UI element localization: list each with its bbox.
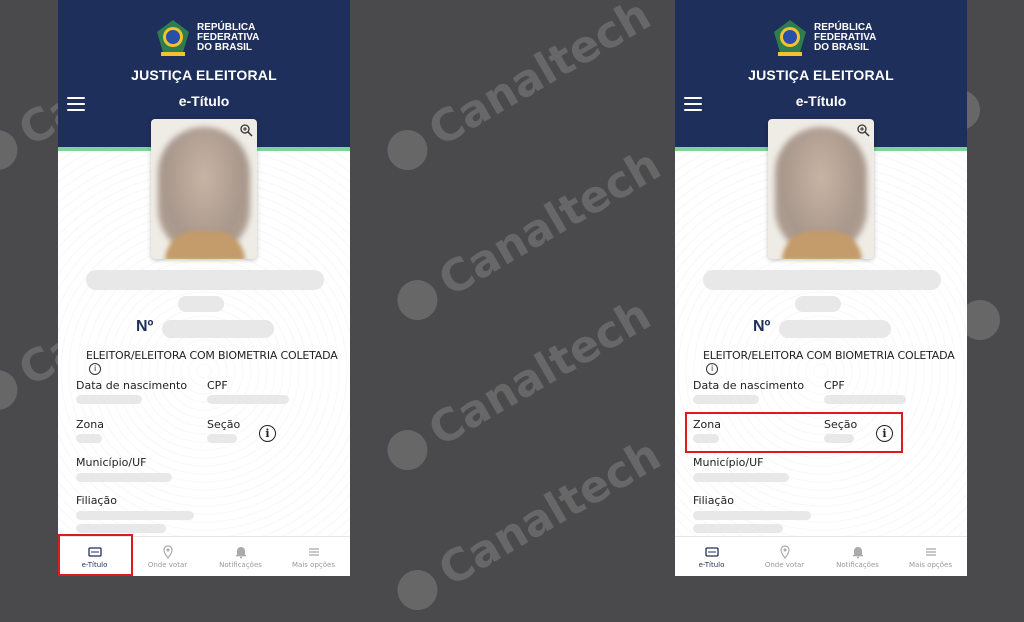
phone-screen-left: REPÚBLICA FEDERATIVA DO BRASIL JUSTIÇA E… (58, 0, 350, 576)
app-subtitle: e-Título (178, 93, 230, 109)
cpf-label: CPF (824, 379, 845, 392)
redacted-detail (178, 296, 224, 312)
redacted-filiacao-2 (76, 524, 166, 533)
birthdate-label: Data de nascimento (693, 379, 805, 392)
redacted-filiacao-2 (693, 524, 783, 533)
card-icon (704, 547, 719, 557)
title-number-label: Nº (136, 318, 154, 335)
nav-notificacoes[interactable]: Notificações (821, 537, 894, 576)
zoom-icon[interactable] (856, 123, 870, 137)
brazil-emblem-icon (774, 20, 806, 56)
highlight-box-e-titulo (58, 534, 133, 576)
hamburger-menu-icon[interactable] (67, 97, 85, 111)
zona-label: Zona (76, 418, 104, 431)
phone-screen-right: REPÚBLICA FEDERATIVA DO BRASIL JUSTIÇA E… (675, 0, 967, 576)
nav-e-titulo[interactable]: e-Título (675, 537, 748, 576)
redacted-detail (795, 296, 841, 312)
bell-icon (235, 547, 246, 559)
municipio-label: Município/UF (76, 456, 147, 469)
nav-onde-votar[interactable]: Onde votar (131, 537, 204, 576)
nav-notificacoes[interactable]: Notificações (204, 537, 277, 576)
app-title: JUSTIÇA ELEITORAL (748, 67, 894, 83)
bell-icon (852, 547, 863, 559)
republic-label: REPÚBLICA FEDERATIVA DO BRASIL (197, 22, 260, 53)
watermark: Canaltech (387, 429, 669, 621)
title-number-label: Nº (753, 318, 771, 335)
biometria-status: ELEITOR/ELEITORA COM BIOMETRIA COLETADAi (703, 349, 955, 375)
bottom-nav: e-Título Onde votar Notificações Mais op… (675, 536, 967, 576)
redacted-name (86, 270, 324, 290)
filiacao-label: Filiação (76, 494, 117, 507)
nav-mais-opcoes[interactable]: Mais opções (894, 537, 967, 576)
filiacao-label: Filiação (693, 494, 734, 507)
redacted-cpf (207, 395, 289, 404)
biometria-status: ELEITOR/ELEITORA COM BIOMETRIA COLETADAi (86, 349, 338, 375)
redacted-name (703, 270, 941, 290)
redacted-birthdate (76, 395, 142, 404)
voter-photo[interactable] (768, 119, 874, 259)
redacted-cpf (824, 395, 906, 404)
republic-label: REPÚBLICA FEDERATIVA DO BRASIL (814, 22, 877, 53)
redacted-zona (76, 434, 102, 443)
info-icon[interactable]: i (706, 363, 718, 375)
redacted-title-number (779, 320, 891, 338)
municipio-label: Município/UF (693, 456, 764, 469)
menu-lines-icon (925, 548, 936, 556)
birthdate-label: Data de nascimento (76, 379, 188, 392)
location-pin-icon (779, 545, 790, 559)
redacted-birthdate (693, 395, 759, 404)
zona-secao-info-icon[interactable]: i (259, 425, 276, 442)
hamburger-menu-icon[interactable] (684, 97, 702, 111)
voter-photo[interactable] (151, 119, 257, 259)
app-title: JUSTIÇA ELEITORAL (131, 67, 277, 83)
app-subtitle: e-Título (795, 93, 847, 109)
info-icon[interactable]: i (89, 363, 101, 375)
watermark: Canaltech (377, 0, 659, 182)
highlight-box-zona-secao (685, 412, 903, 453)
watermark: Canaltech (377, 289, 659, 481)
nav-mais-opcoes[interactable]: Mais opções (277, 537, 350, 576)
redacted-title-number (162, 320, 274, 338)
redacted-municipio (693, 473, 789, 482)
redacted-filiacao (76, 511, 194, 520)
secao-label: Seção (207, 418, 241, 431)
redacted-filiacao (693, 511, 811, 520)
redacted-secao (207, 434, 237, 443)
zoom-icon[interactable] (239, 123, 253, 137)
watermark: Canaltech (387, 139, 669, 331)
nav-onde-votar[interactable]: Onde votar (748, 537, 821, 576)
menu-lines-icon (308, 548, 319, 556)
redacted-municipio (76, 473, 172, 482)
location-pin-icon (162, 545, 173, 559)
brazil-emblem-icon (157, 20, 189, 56)
cpf-label: CPF (207, 379, 228, 392)
